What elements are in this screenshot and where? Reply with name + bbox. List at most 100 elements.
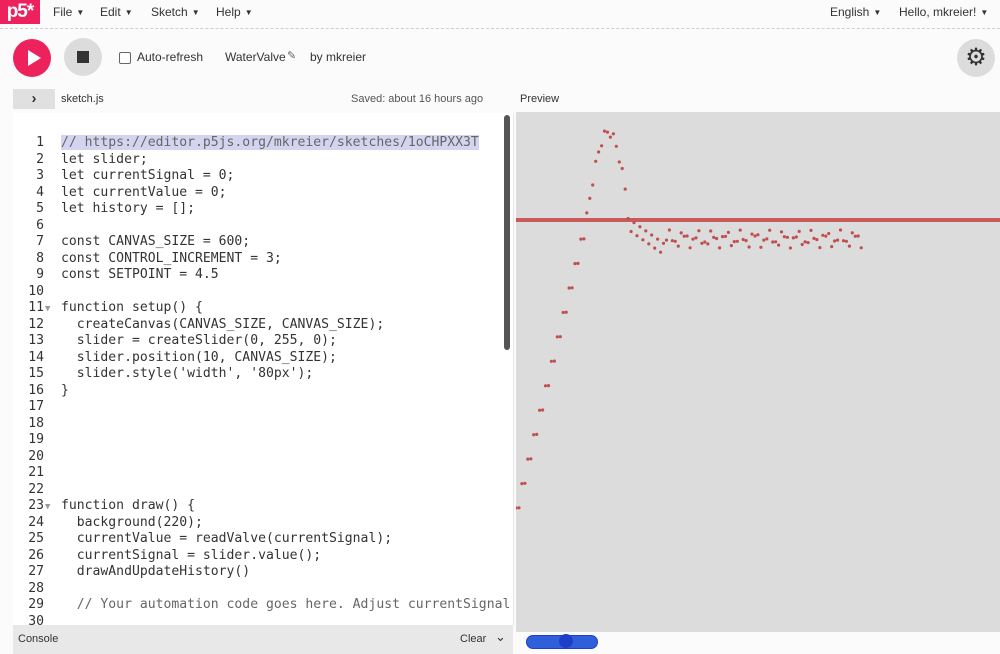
history-point <box>564 310 568 314</box>
code-line[interactable]: 1 // https://editor.p5js.org/mkreier/sket… <box>13 135 510 152</box>
code-line[interactable]: 18 <box>13 416 510 433</box>
code-text: // Your automation code goes here. Adjus… <box>61 597 511 612</box>
fold-arrow-icon[interactable]: ▼ <box>44 301 61 318</box>
code-line[interactable]: 26 currentSignal = slider.value(); <box>13 548 510 565</box>
code-text: const CANVAS_SIZE = 600; <box>61 234 251 249</box>
editor-scrollbar[interactable] <box>504 115 510 350</box>
code-line[interactable]: 13 slider = createSlider(0, 255, 0); <box>13 333 510 350</box>
auto-refresh-label[interactable]: Auto-refresh <box>137 50 203 64</box>
code-line[interactable]: 30 <box>13 614 510 626</box>
history-point <box>838 228 843 232</box>
code-line[interactable]: 2 let slider; <box>13 152 510 169</box>
code-line[interactable]: 29 // Your automation code goes here. Ad… <box>13 597 510 614</box>
file-tab[interactable]: sketch.js <box>61 93 104 105</box>
code-line[interactable]: 21 <box>13 465 510 482</box>
code-line[interactable]: 23▼ function draw() { <box>13 498 510 515</box>
code-line[interactable]: 6 <box>13 218 510 235</box>
history-point <box>614 144 618 148</box>
account-menu[interactable]: Hello, mkreier! ▼ <box>899 0 988 24</box>
history-point <box>762 238 766 242</box>
line-number: 10 <box>28 283 44 299</box>
history-point <box>726 230 730 234</box>
code-text: currentValue = readValve(currentSignal); <box>61 531 393 546</box>
code-line[interactable]: 9 const SETPOINT = 4.5 <box>13 267 510 284</box>
code-line[interactable]: 14 slider.position(10, CANVAS_SIZE); <box>13 350 510 367</box>
language-menu[interactable]: English ▼ <box>830 0 881 24</box>
fold-arrow-icon[interactable]: ▼ <box>44 499 61 516</box>
history-point <box>694 236 698 240</box>
stop-button[interactable] <box>64 38 102 76</box>
caret-down-icon: ▼ <box>191 8 200 17</box>
code-line[interactable]: 16} <box>13 383 510 400</box>
menu-help[interactable]: Help ▼ <box>216 0 253 24</box>
line-number: 11 <box>28 300 44 315</box>
code-line[interactable]: 11▼ function setup() { <box>13 300 510 317</box>
history-point <box>768 228 772 232</box>
history-point <box>656 237 660 241</box>
history-point <box>691 237 695 241</box>
line-number: 23 <box>28 498 44 513</box>
history-point <box>638 225 642 229</box>
play-button[interactable] <box>13 39 51 77</box>
chevron-down-icon[interactable]: ⌄ <box>495 629 506 645</box>
history-point <box>520 482 524 486</box>
history-point <box>617 160 621 164</box>
history-point <box>703 240 707 244</box>
code-line[interactable]: 15 slider.style('width', '80px'); <box>13 366 510 383</box>
history-point <box>732 240 736 244</box>
code-line[interactable]: 10 <box>13 284 510 301</box>
history-point <box>576 261 580 265</box>
pencil-icon[interactable]: ✎ <box>287 49 296 62</box>
play-icon <box>28 50 41 66</box>
console-bar[interactable]: Console Clear ⌄ <box>13 625 513 654</box>
code-line[interactable]: 3 let currentSignal = 0; <box>13 168 510 185</box>
code-line[interactable]: 22 <box>13 482 510 499</box>
history-point <box>824 234 828 238</box>
code-line[interactable]: 8 const CONTROL_INCREMENT = 3; <box>13 251 510 268</box>
language-label: English <box>830 5 870 19</box>
line-number: 1 <box>36 135 44 150</box>
code-line[interactable]: 25 currentValue = readValve(currentSigna… <box>13 531 510 548</box>
menu-edit[interactable]: Edit ▼ <box>100 0 133 24</box>
sketch-name[interactable]: WaterValve <box>225 50 286 64</box>
menu-file[interactable]: File ▼ <box>53 0 84 24</box>
history-point <box>516 506 518 510</box>
history-point <box>567 286 571 290</box>
line-number: 14 <box>28 349 44 365</box>
code-line[interactable]: 24 background(220); <box>13 515 510 532</box>
code-line[interactable]: 7 const CANVAS_SIZE = 600; <box>13 234 510 251</box>
console-clear-button[interactable]: Clear <box>460 633 486 645</box>
code-line[interactable]: 4 let currentValue = 0; <box>13 185 510 202</box>
code-line[interactable]: 17 <box>13 399 510 416</box>
code-line[interactable]: 28 <box>13 581 510 598</box>
caret-down-icon: ▼ <box>873 8 882 17</box>
code-line[interactable]: 19 <box>13 432 510 449</box>
history-point <box>797 229 801 233</box>
menu-sketch[interactable]: Sketch ▼ <box>151 0 200 24</box>
history-point <box>682 234 686 238</box>
code-text: slider.position(10, CANVAS_SIZE); <box>61 349 337 365</box>
code-line[interactable]: 27 drawAndUpdateHistory() <box>13 564 510 581</box>
code-text: let currentValue = 0; <box>61 184 227 200</box>
code-lines: 1 // https://editor.p5js.org/mkreier/sket… <box>13 135 510 625</box>
menu-edit-label: Edit <box>100 5 121 19</box>
sketch-author: by mkreier <box>310 50 367 64</box>
history-point <box>791 236 795 240</box>
history-point <box>661 241 666 245</box>
history-point <box>538 408 542 412</box>
code-editor[interactable]: 1 // https://editor.p5js.org/mkreier/sket… <box>13 113 514 625</box>
settings-button[interactable]: ⚙ <box>957 39 995 77</box>
p5-logo[interactable]: p5* <box>0 0 40 24</box>
signal-slider[interactable] <box>526 634 598 649</box>
slider-thumb[interactable] <box>558 634 573 648</box>
history-point <box>605 130 610 134</box>
code-line[interactable]: 12 createCanvas(CANVAS_SIZE, CANVAS_SIZE… <box>13 317 510 334</box>
auto-refresh-checkbox[interactable] <box>119 52 131 64</box>
code-line[interactable]: 20 <box>13 449 510 466</box>
line-number: 12 <box>28 316 44 332</box>
history-point <box>738 228 742 232</box>
history-point <box>602 129 607 133</box>
history-point <box>830 245 834 249</box>
sidebar-toggle-button[interactable]: › <box>13 89 55 109</box>
code-line[interactable]: 5 let history = []; <box>13 201 510 218</box>
